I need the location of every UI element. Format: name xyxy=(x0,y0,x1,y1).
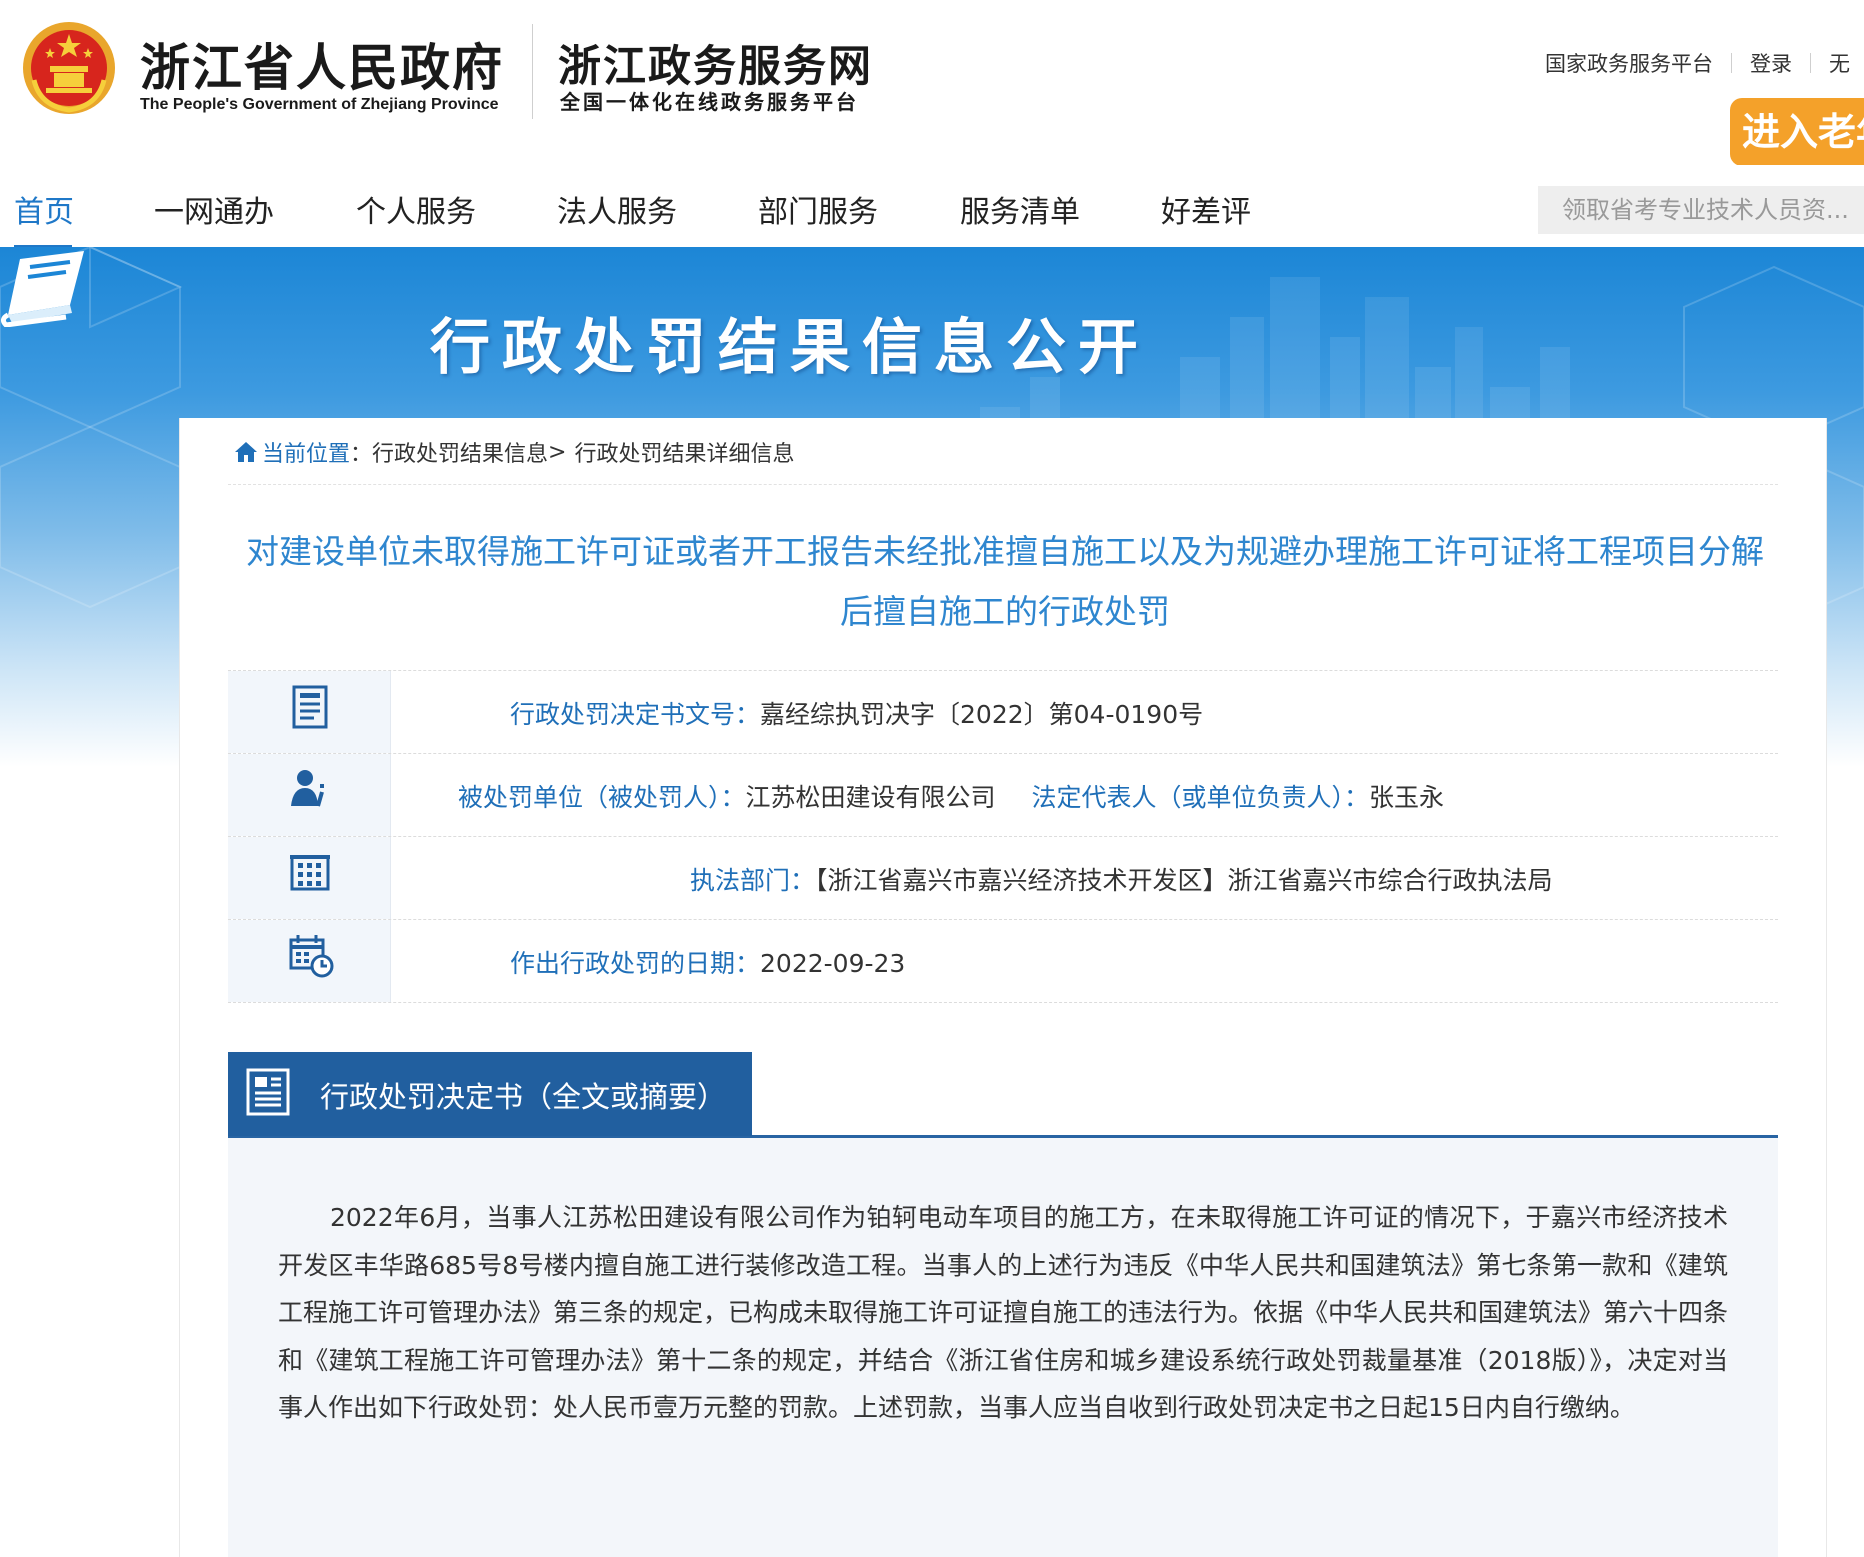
brand-name-english[interactable]: The People's Government of Zhejiang Prov… xyxy=(140,96,499,114)
info-icon-cell xyxy=(228,671,391,753)
elder-mode-button[interactable]: 进入老年 xyxy=(1730,98,1864,166)
site-subtitle: 全国一体化在线政务服务平台 xyxy=(560,90,859,114)
nav-item-evaluation[interactable]: 好差评 xyxy=(1161,187,1251,231)
content-card: 当前位置 ： 行政处罚结果信息 > 行政处罚结果详细信息 对建设单位未取得施工许… xyxy=(179,418,1827,1557)
department-value: 【浙江省嘉兴市嘉兴经济技术开发区】浙江省嘉兴市综合行政执法局 xyxy=(815,866,1553,895)
info-party: 被处罚单位（被处罚人）：江苏松田建设有限公司 法定代表人（或单位负责人）：张玉永 xyxy=(458,778,1444,814)
representative-value: 张玉永 xyxy=(1369,783,1445,812)
date-value: 2022-09-23 xyxy=(760,949,906,978)
site-header: 浙江省人民政府 The People's Government of Zheji… xyxy=(0,0,1864,166)
nav-item-service-list[interactable]: 服务清单 xyxy=(960,187,1080,231)
breadcrumb-arrow: > xyxy=(548,439,567,465)
info-row-department: 执法部门：【浙江省嘉兴市嘉兴经济技术开发区】浙江省嘉兴市综合行政执法局 xyxy=(228,837,1778,920)
breadcrumb-current-label: 当前位置 xyxy=(262,442,351,467)
top-link-divider xyxy=(1810,53,1811,73)
person-info-icon xyxy=(291,770,324,807)
section-header: 行政处罚决定书（全文或摘要） xyxy=(228,1052,1778,1138)
brand-name[interactable]: 浙江省人民政府 xyxy=(140,28,504,100)
breadcrumb-divider xyxy=(228,484,1778,485)
info-icon-cell xyxy=(228,754,391,836)
banner-title: 行政处罚结果信息公开 xyxy=(430,313,1150,383)
breadcrumb: 当前位置 ： 行政处罚结果信息 > 行政处罚结果详细信息 xyxy=(234,436,795,468)
department-label: 执法部门： xyxy=(690,866,816,895)
info-decision-number: 行政处罚决定书文号：嘉经综执罚决字〔2022〕第04-0190号 xyxy=(510,695,1203,731)
top-link-divider xyxy=(1731,53,1732,73)
search-input[interactable]: 领取省考专业技术人员资... xyxy=(1538,186,1864,234)
date-label: 作出行政处罚的日期： xyxy=(510,949,761,978)
section-tab: 行政处罚决定书（全文或摘要） xyxy=(228,1052,752,1136)
section-title: 行政处罚决定书（全文或摘要） xyxy=(320,1080,727,1114)
info-row-party: 被处罚单位（被处罚人）：江苏松田建设有限公司 法定代表人（或单位负责人）：张玉永 xyxy=(228,754,1778,837)
login-link[interactable]: 登录 xyxy=(1750,48,1792,78)
nav-item-department-services[interactable]: 部门服务 xyxy=(758,187,878,231)
nav-item-home[interactable]: 首页 xyxy=(14,187,74,231)
decision-number-value: 嘉经综执罚决字〔2022〕第04-0190号 xyxy=(760,700,1204,729)
decision-doc-icon xyxy=(246,1068,290,1116)
decision-text: 2022年6月，当事人江苏松田建设有限公司作为铂轲电动车项目的施工方，在未取得施… xyxy=(278,1203,1729,1422)
info-department: 执法部门：【浙江省嘉兴市嘉兴经济技术开发区】浙江省嘉兴市综合行政执法局 xyxy=(690,861,1553,897)
party-value: 江苏松田建设有限公司 xyxy=(745,783,996,812)
book-icon xyxy=(0,251,84,327)
national-platform-link[interactable]: 国家政务服务平台 xyxy=(1545,48,1713,78)
calendar-clock-icon xyxy=(289,935,334,978)
brand-divider xyxy=(532,24,533,119)
info-row-decision-number: 行政处罚决定书文号：嘉经综执罚决字〔2022〕第04-0190号 xyxy=(228,671,1778,754)
info-table: 行政处罚决定书文号：嘉经综执罚决字〔2022〕第04-0190号 被处罚单位（被… xyxy=(228,670,1778,1003)
party-label: 被处罚单位（被处罚人）： xyxy=(458,783,746,812)
breadcrumb-colon: ： xyxy=(350,442,373,467)
decision-number-label: 行政处罚决定书文号： xyxy=(510,700,761,729)
top-links: 国家政务服务平台 登录 无 xyxy=(1545,48,1850,78)
section-body: 2022年6月，当事人江苏松田建设有限公司作为铂轲电动车项目的施工方，在未取得施… xyxy=(228,1138,1778,1557)
nav-item-personal-services[interactable]: 个人服务 xyxy=(356,187,476,231)
document-icon xyxy=(292,685,328,729)
representative-label: 法定代表人（或单位负责人）： xyxy=(1031,783,1369,812)
nav-item-corporate-services[interactable]: 法人服务 xyxy=(557,187,677,231)
site-name[interactable]: 浙江政务服务网 xyxy=(558,32,873,94)
nav-item-one-network[interactable]: 一网通办 xyxy=(154,187,274,231)
info-icon-cell xyxy=(228,920,391,1002)
accessibility-link[interactable]: 无 xyxy=(1829,48,1850,78)
info-date: 作出行政处罚的日期：2022-09-23 xyxy=(510,944,905,980)
home-icon xyxy=(235,442,257,462)
national-emblem-icon xyxy=(23,22,115,114)
info-icon-cell xyxy=(228,837,391,919)
info-row-date: 作出行政处罚的日期：2022-09-23 xyxy=(228,920,1778,1003)
breadcrumb-level2: 行政处罚结果详细信息 xyxy=(574,442,795,467)
breadcrumb-level1[interactable]: 行政处罚结果信息 xyxy=(372,436,548,468)
building-icon xyxy=(290,855,330,891)
document-title: 对建设单位未取得施工许可证或者开工报告未经批准擅自施工以及为规避办理施工许可证将… xyxy=(246,532,1764,631)
